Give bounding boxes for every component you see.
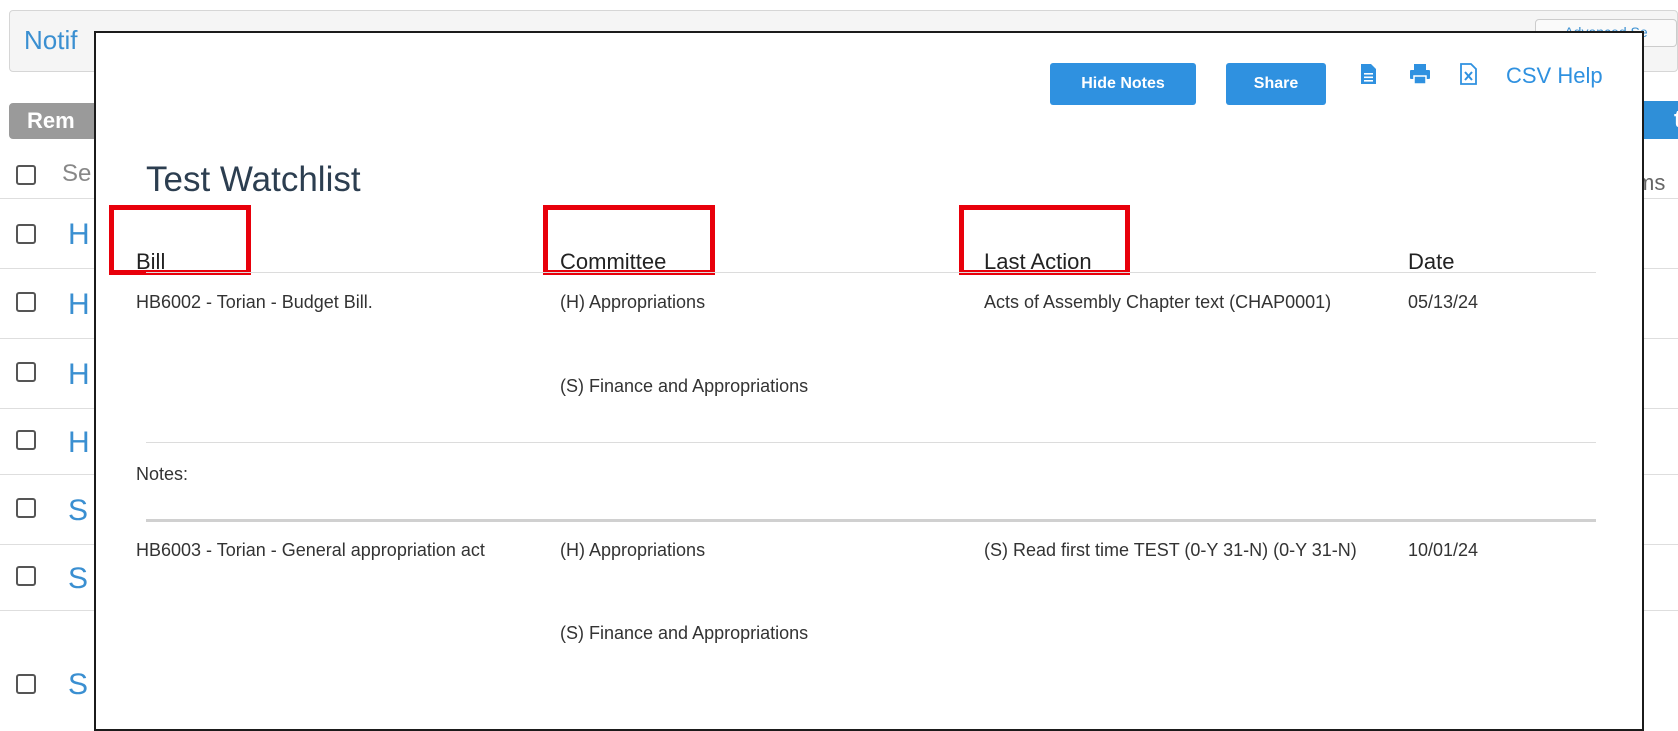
committee-cell: (S) Finance and Appropriations: [560, 376, 809, 396]
list-item-link[interactable]: S: [68, 562, 88, 596]
document-icon[interactable]: [1358, 61, 1380, 87]
share-button[interactable]: Share: [1226, 63, 1326, 105]
header-divider: [146, 272, 1596, 273]
action-button[interactable]: t: [1640, 101, 1678, 139]
select-all-label: Se: [62, 160, 92, 187]
hide-notes-button[interactable]: Hide Notes: [1050, 63, 1196, 105]
bill-highlight-box: [109, 205, 251, 275]
notifications-title: Notif: [24, 25, 78, 55]
row-checkbox[interactable]: [16, 674, 36, 694]
row-checkbox[interactable]: [16, 362, 36, 382]
row-checkbox[interactable]: [16, 430, 36, 450]
committee-cell: (S) Finance and Appropriations: [560, 623, 809, 643]
committee-cell: (H) Appropriations: [560, 292, 706, 312]
list-item-link[interactable]: H: [68, 426, 90, 460]
list-item-link[interactable]: S: [68, 494, 88, 528]
committee-highlight-box: [543, 205, 715, 275]
list-item-link[interactable]: H: [68, 358, 90, 392]
bill-cell: HB6003 - Torian - General appropriation …: [136, 540, 485, 560]
list-item-link[interactable]: S: [68, 668, 88, 702]
row-checkbox[interactable]: [16, 498, 36, 518]
list-item-link[interactable]: H: [68, 218, 90, 252]
last-action-cell: Acts of Assembly Chapter text (CHAP0001): [984, 292, 1332, 312]
list-item-link[interactable]: H: [68, 288, 90, 322]
date-cell: 05/13/24: [1408, 292, 1479, 312]
select-all-checkbox[interactable]: [16, 165, 36, 185]
row-checkbox[interactable]: [16, 566, 36, 586]
excel-icon[interactable]: [1458, 61, 1480, 87]
notes-label: Notes:: [136, 464, 189, 484]
bill-cell: HB6002 - Torian - Budget Bill.: [136, 292, 373, 312]
watchlist-modal: Hide Notes Share CSV Help Test Watchlist…: [94, 31, 1644, 731]
last-action-cell: (S) Read first time TEST (0-Y 31-N) (0-Y…: [984, 540, 1357, 560]
page-title: Test Watchlist: [146, 160, 361, 199]
committee-cell: (H) Appropriations: [560, 540, 706, 560]
bill-separator: [146, 519, 1596, 522]
row-checkbox[interactable]: [16, 292, 36, 312]
row-checkbox[interactable]: [16, 224, 36, 244]
print-icon[interactable]: [1408, 61, 1430, 87]
last-action-highlight-box: [959, 205, 1130, 275]
date-cell: 10/01/24: [1408, 540, 1479, 560]
row-divider: [146, 442, 1596, 443]
csv-help-link[interactable]: CSV Help: [1506, 63, 1603, 89]
